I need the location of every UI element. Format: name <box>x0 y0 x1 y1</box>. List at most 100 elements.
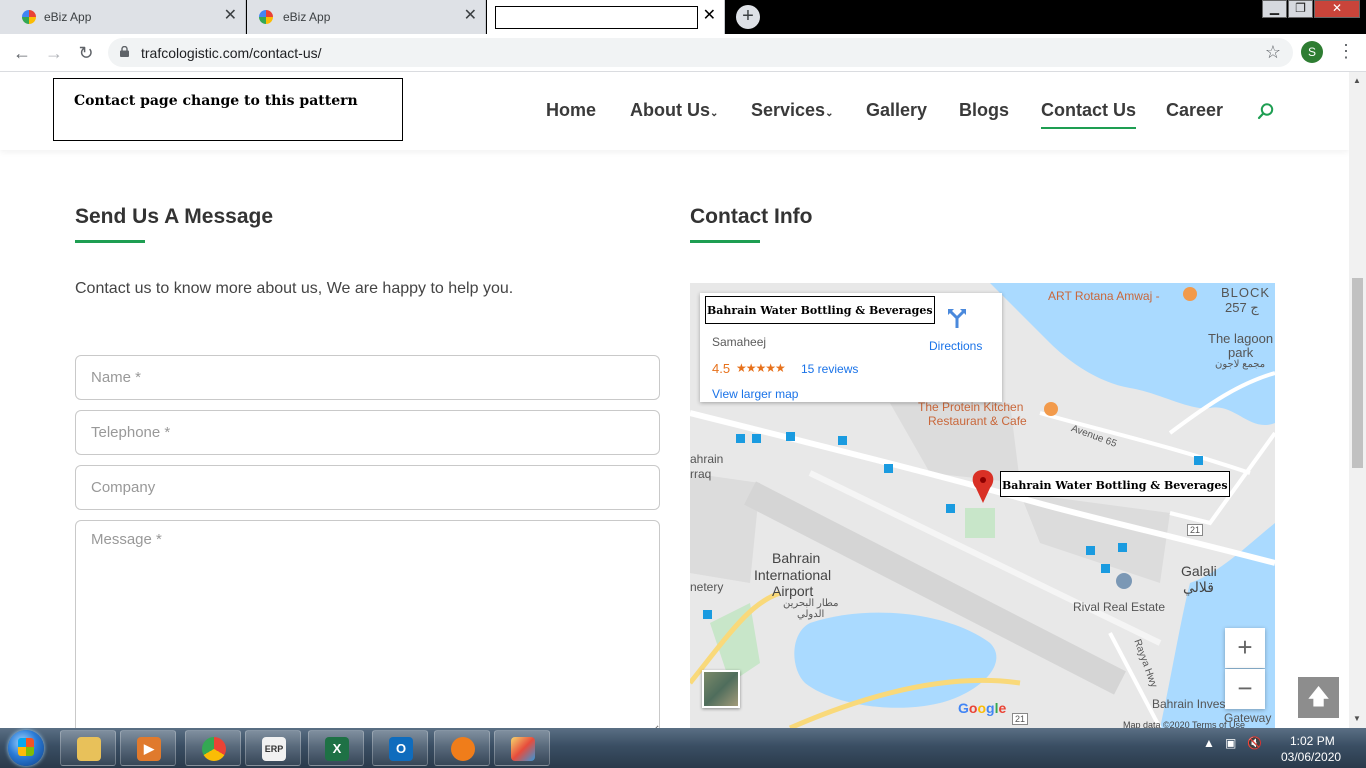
nav-home[interactable]: Home <box>546 100 596 121</box>
paint-icon <box>511 737 535 761</box>
profile-avatar[interactable]: S <box>1301 41 1323 63</box>
ebiz-favicon-icon <box>259 10 273 24</box>
nav-gallery[interactable]: Gallery <box>866 100 927 121</box>
chevron-down-icon: ⌄ <box>710 108 719 119</box>
nav-label: Blogs <box>959 100 1010 120</box>
google-map[interactable]: ART Rotana Amwaj - BLOCK 257 ج The lagoo… <box>690 283 1275 728</box>
folder-icon <box>77 737 101 761</box>
tab-title: eBiz App <box>283 10 331 24</box>
browser-tab-active[interactable]: ✕ <box>487 0 725 34</box>
view-larger-map-link[interactable]: View larger map <box>712 387 798 401</box>
scroll-to-top-button[interactable]: 🡅 <box>1298 677 1339 718</box>
satellite-toggle-button[interactable] <box>702 670 740 708</box>
ebiz-favicon-icon <box>22 10 36 24</box>
nav-career[interactable]: Career <box>1166 100 1223 121</box>
rating-stars-icon: ★★★★★ <box>736 361 786 375</box>
nav-label: Home <box>546 100 597 120</box>
page-scrollbar[interactable]: ▲ ▼ <box>1349 72 1366 728</box>
heading-underline <box>690 240 760 243</box>
nav-contact-us[interactable]: Contact Us <box>1041 100 1137 129</box>
close-tab-icon[interactable]: ✕ <box>703 7 716 25</box>
bookmark-star-icon[interactable]: ☆ <box>1265 42 1281 63</box>
reload-icon[interactable]: ↻ <box>74 41 98 65</box>
tally-erp-icon: ERP <box>262 737 286 761</box>
media-player-icon: ▶ <box>137 737 161 761</box>
back-arrow-icon[interactable]: ← <box>10 41 34 65</box>
chevron-down-icon: ⌄ <box>825 108 834 119</box>
close-tab-icon[interactable]: ✕ <box>464 7 477 25</box>
new-tab-button[interactable]: + <box>736 5 760 29</box>
name-input[interactable] <box>75 355 660 400</box>
directions-icon[interactable] <box>946 307 968 329</box>
address-bar[interactable]: trafcologistic.com/contact-us/ ☆ <box>108 38 1293 67</box>
reviews-link[interactable]: 15 reviews <box>801 362 858 376</box>
map-label-airport: International <box>754 567 832 583</box>
network-icon[interactable]: ▣ <box>1225 736 1236 750</box>
map-label-arraq: rraq <box>690 467 712 481</box>
taskbar-uc-browser[interactable] <box>434 730 490 766</box>
place-name: Bahrain Water Bottling & Beverages <box>707 304 933 317</box>
map-label-restaurant-cafe: Restaurant & Cafe <box>928 414 1027 428</box>
lock-icon <box>120 46 129 57</box>
map-label-airport: Bahrain <box>772 550 821 566</box>
browser-tab-1[interactable]: eBiz App ✕ <box>0 0 246 34</box>
scroll-up-icon[interactable]: ▲ <box>1353 76 1361 85</box>
message-textarea[interactable] <box>75 520 660 728</box>
send-message-heading: Send Us A Message <box>75 205 274 228</box>
excel-icon: X <box>325 737 349 761</box>
scroll-down-icon[interactable]: ▼ <box>1353 714 1361 723</box>
map-label-art-rotana: ART Rotana Amwaj - <box>1048 289 1160 303</box>
zoom-out-button[interactable]: − <box>1225 669 1265 709</box>
chrome-icon <box>202 737 226 761</box>
telephone-input[interactable] <box>75 410 660 455</box>
nav-label: Contact Us <box>1041 100 1137 120</box>
taskbar-excel[interactable]: X <box>308 730 364 766</box>
windows-taskbar: ▶ ERP X O ▲ ▣ 🔇 1:02 PM 03/06/2020 <box>0 728 1366 768</box>
close-tab-icon[interactable]: ✕ <box>224 7 237 25</box>
scrollbar-thumb[interactable] <box>1352 278 1363 468</box>
map-label-galali-arabic: قلالي <box>1183 579 1214 595</box>
nav-blogs[interactable]: Blogs <box>959 100 1009 121</box>
nav-services[interactable]: Services⌄ <box>751 100 833 121</box>
taskbar-outlook[interactable]: O <box>372 730 428 766</box>
maximize-window-button[interactable]: ❐ <box>1288 0 1313 18</box>
uc-browser-icon <box>451 737 475 761</box>
taskbar-media-player[interactable]: ▶ <box>120 730 176 766</box>
browser-menu-icon[interactable]: ⋮ <box>1337 42 1355 60</box>
map-label-protein-kitchen: The Protein Kitchen <box>918 400 1024 414</box>
start-button[interactable] <box>8 730 44 766</box>
taskbar-chrome[interactable] <box>185 730 241 766</box>
minimize-window-button[interactable]: ▁ <box>1262 0 1287 18</box>
taskbar-tally-erp[interactable]: ERP <box>245 730 301 766</box>
directions-link[interactable]: Directions <box>929 339 982 353</box>
map-label-rival-real-estate: Rival Real Estate <box>1073 600 1166 614</box>
map-label-road-21: 21 <box>1012 713 1029 725</box>
page-viewport: Contact page change to this pattern Home… <box>0 72 1349 728</box>
nav-label: Gallery <box>866 100 928 120</box>
taskbar-paint[interactable] <box>494 730 550 766</box>
contact-info-heading: Contact Info <box>690 205 813 228</box>
map-label-bahrain-left: ahrain <box>690 452 724 466</box>
heading-underline <box>75 240 145 243</box>
map-label-lagoon-arabic: مجمع لاجون <box>1215 359 1266 370</box>
search-icon[interactable] <box>1257 102 1275 120</box>
place-info-card: Bahrain Water Bottling & Beverages Samah… <box>700 293 1002 402</box>
browser-tab-2[interactable]: eBiz App ✕ <box>247 0 486 34</box>
nav-label: Services <box>751 100 826 120</box>
forward-arrow-icon[interactable]: → <box>42 41 66 65</box>
annotation-note-box: Contact page change to this pattern <box>53 78 403 141</box>
taskbar-clock-date[interactable]: 03/06/2020 <box>1281 750 1341 764</box>
zoom-in-button[interactable]: + <box>1225 628 1265 668</box>
company-input[interactable] <box>75 465 660 510</box>
nav-label: Career <box>1166 100 1224 120</box>
taskbar-file-explorer[interactable] <box>60 730 116 766</box>
volume-muted-icon[interactable]: 🔇 <box>1247 736 1262 750</box>
map-label-road-21: 21 <box>1187 524 1204 536</box>
url-text: trafcologistic.com/contact-us/ <box>141 45 322 61</box>
nav-about-us[interactable]: About Us⌄ <box>630 100 718 121</box>
map-attribution[interactable]: Map data ©2020 Terms of Use <box>1123 720 1245 728</box>
map-label-galali: Galali <box>1181 563 1217 579</box>
close-window-button[interactable]: ✕ <box>1314 0 1360 18</box>
taskbar-clock-time[interactable]: 1:02 PM <box>1290 734 1335 748</box>
tray-expand-icon[interactable]: ▲ <box>1203 736 1215 750</box>
